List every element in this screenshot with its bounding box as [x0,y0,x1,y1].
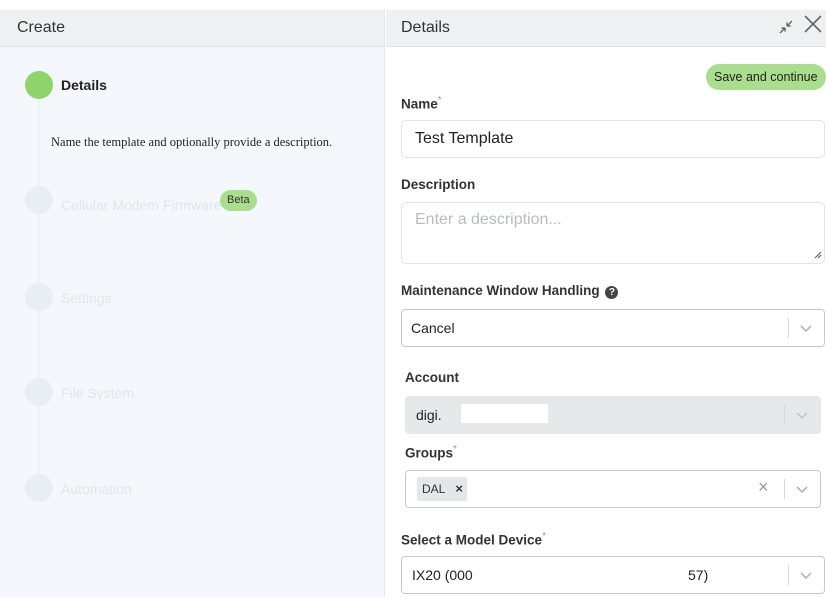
description-textarea[interactable]: Enter a description... [401,202,825,264]
maintenance-window-value: Cancel [411,320,455,336]
step-indicator-details[interactable] [25,71,53,99]
maintenance-window-select[interactable]: Cancel [401,309,825,347]
tag-remove-icon[interactable]: × [455,477,463,501]
groups-label-text: Groups [405,445,454,461]
model-device-value-end: 57) [688,567,709,583]
name-input[interactable]: Test Template [401,120,825,158]
account-value: digi. [416,407,442,423]
model-device-label: Select a Model Device* [401,531,546,548]
chevron-down-icon [795,408,809,422]
create-header: Create [0,10,384,47]
name-label-text: Name [401,96,438,112]
step-indicator-cellular-modem-firmware[interactable] [25,186,53,214]
step-indicator-file-system[interactable] [25,378,53,406]
collapse-icon[interactable] [779,20,793,37]
select-separator [784,405,785,425]
groups-multiselect[interactable]: DAL × × [405,470,821,508]
required-marker: * [453,444,457,455]
close-icon[interactable] [804,15,822,37]
groups-label: Groups* [405,444,457,461]
step-label-settings[interactable]: Settings [61,290,112,306]
resize-handle-icon[interactable] [814,251,822,262]
save-and-continue-button[interactable]: Save and continue [706,64,826,90]
chevron-down-icon[interactable] [799,321,813,335]
description-placeholder: Enter a description... [415,211,562,228]
step-navigator: Create Details Name the template and opt… [0,10,385,597]
details-header-title: Details [401,19,450,36]
maintenance-window-label: Maintenance Window Handling ? [401,283,619,299]
name-label: Name* [401,95,442,112]
step-label-file-system[interactable]: File System [61,385,134,401]
details-form: Details Save and continue Name* Test Tem… [386,10,826,597]
chevron-down-icon[interactable] [799,568,813,582]
group-tag-label: DAL [422,482,446,496]
step-label-cellular-modem-firmware[interactable]: Cellular Modem Firmware [61,197,221,213]
step-label-automation[interactable]: Automation [61,481,132,497]
redaction-mask [461,404,548,423]
details-header: Details [386,10,826,47]
step-indicator-automation[interactable] [25,474,53,502]
account-label: Account [405,370,459,385]
select-separator [788,565,789,585]
account-select: digi. [405,396,821,434]
maintenance-window-label-text: Maintenance Window Handling [401,283,600,298]
model-device-label-text: Select a Model Device [401,532,543,548]
clear-icon[interactable]: × [758,477,769,498]
group-tag: DAL × [417,477,467,501]
description-label: Description [401,177,476,192]
create-template-panel: Create Details Name the template and opt… [0,0,826,597]
beta-badge: Beta [220,190,257,211]
select-separator [784,479,785,499]
help-icon[interactable]: ? [605,286,619,299]
step-description: Name the template and optionally provide… [51,135,333,149]
chevron-down-icon[interactable] [795,482,809,496]
model-device-value-start: IX20 (000 [412,567,473,583]
step-indicator-settings[interactable] [25,283,53,311]
step-label-details[interactable]: Details [61,77,107,93]
required-marker: * [542,531,546,542]
select-separator [788,318,789,338]
required-marker: * [437,95,442,106]
model-device-select[interactable]: IX20 (000 57) [401,556,825,594]
